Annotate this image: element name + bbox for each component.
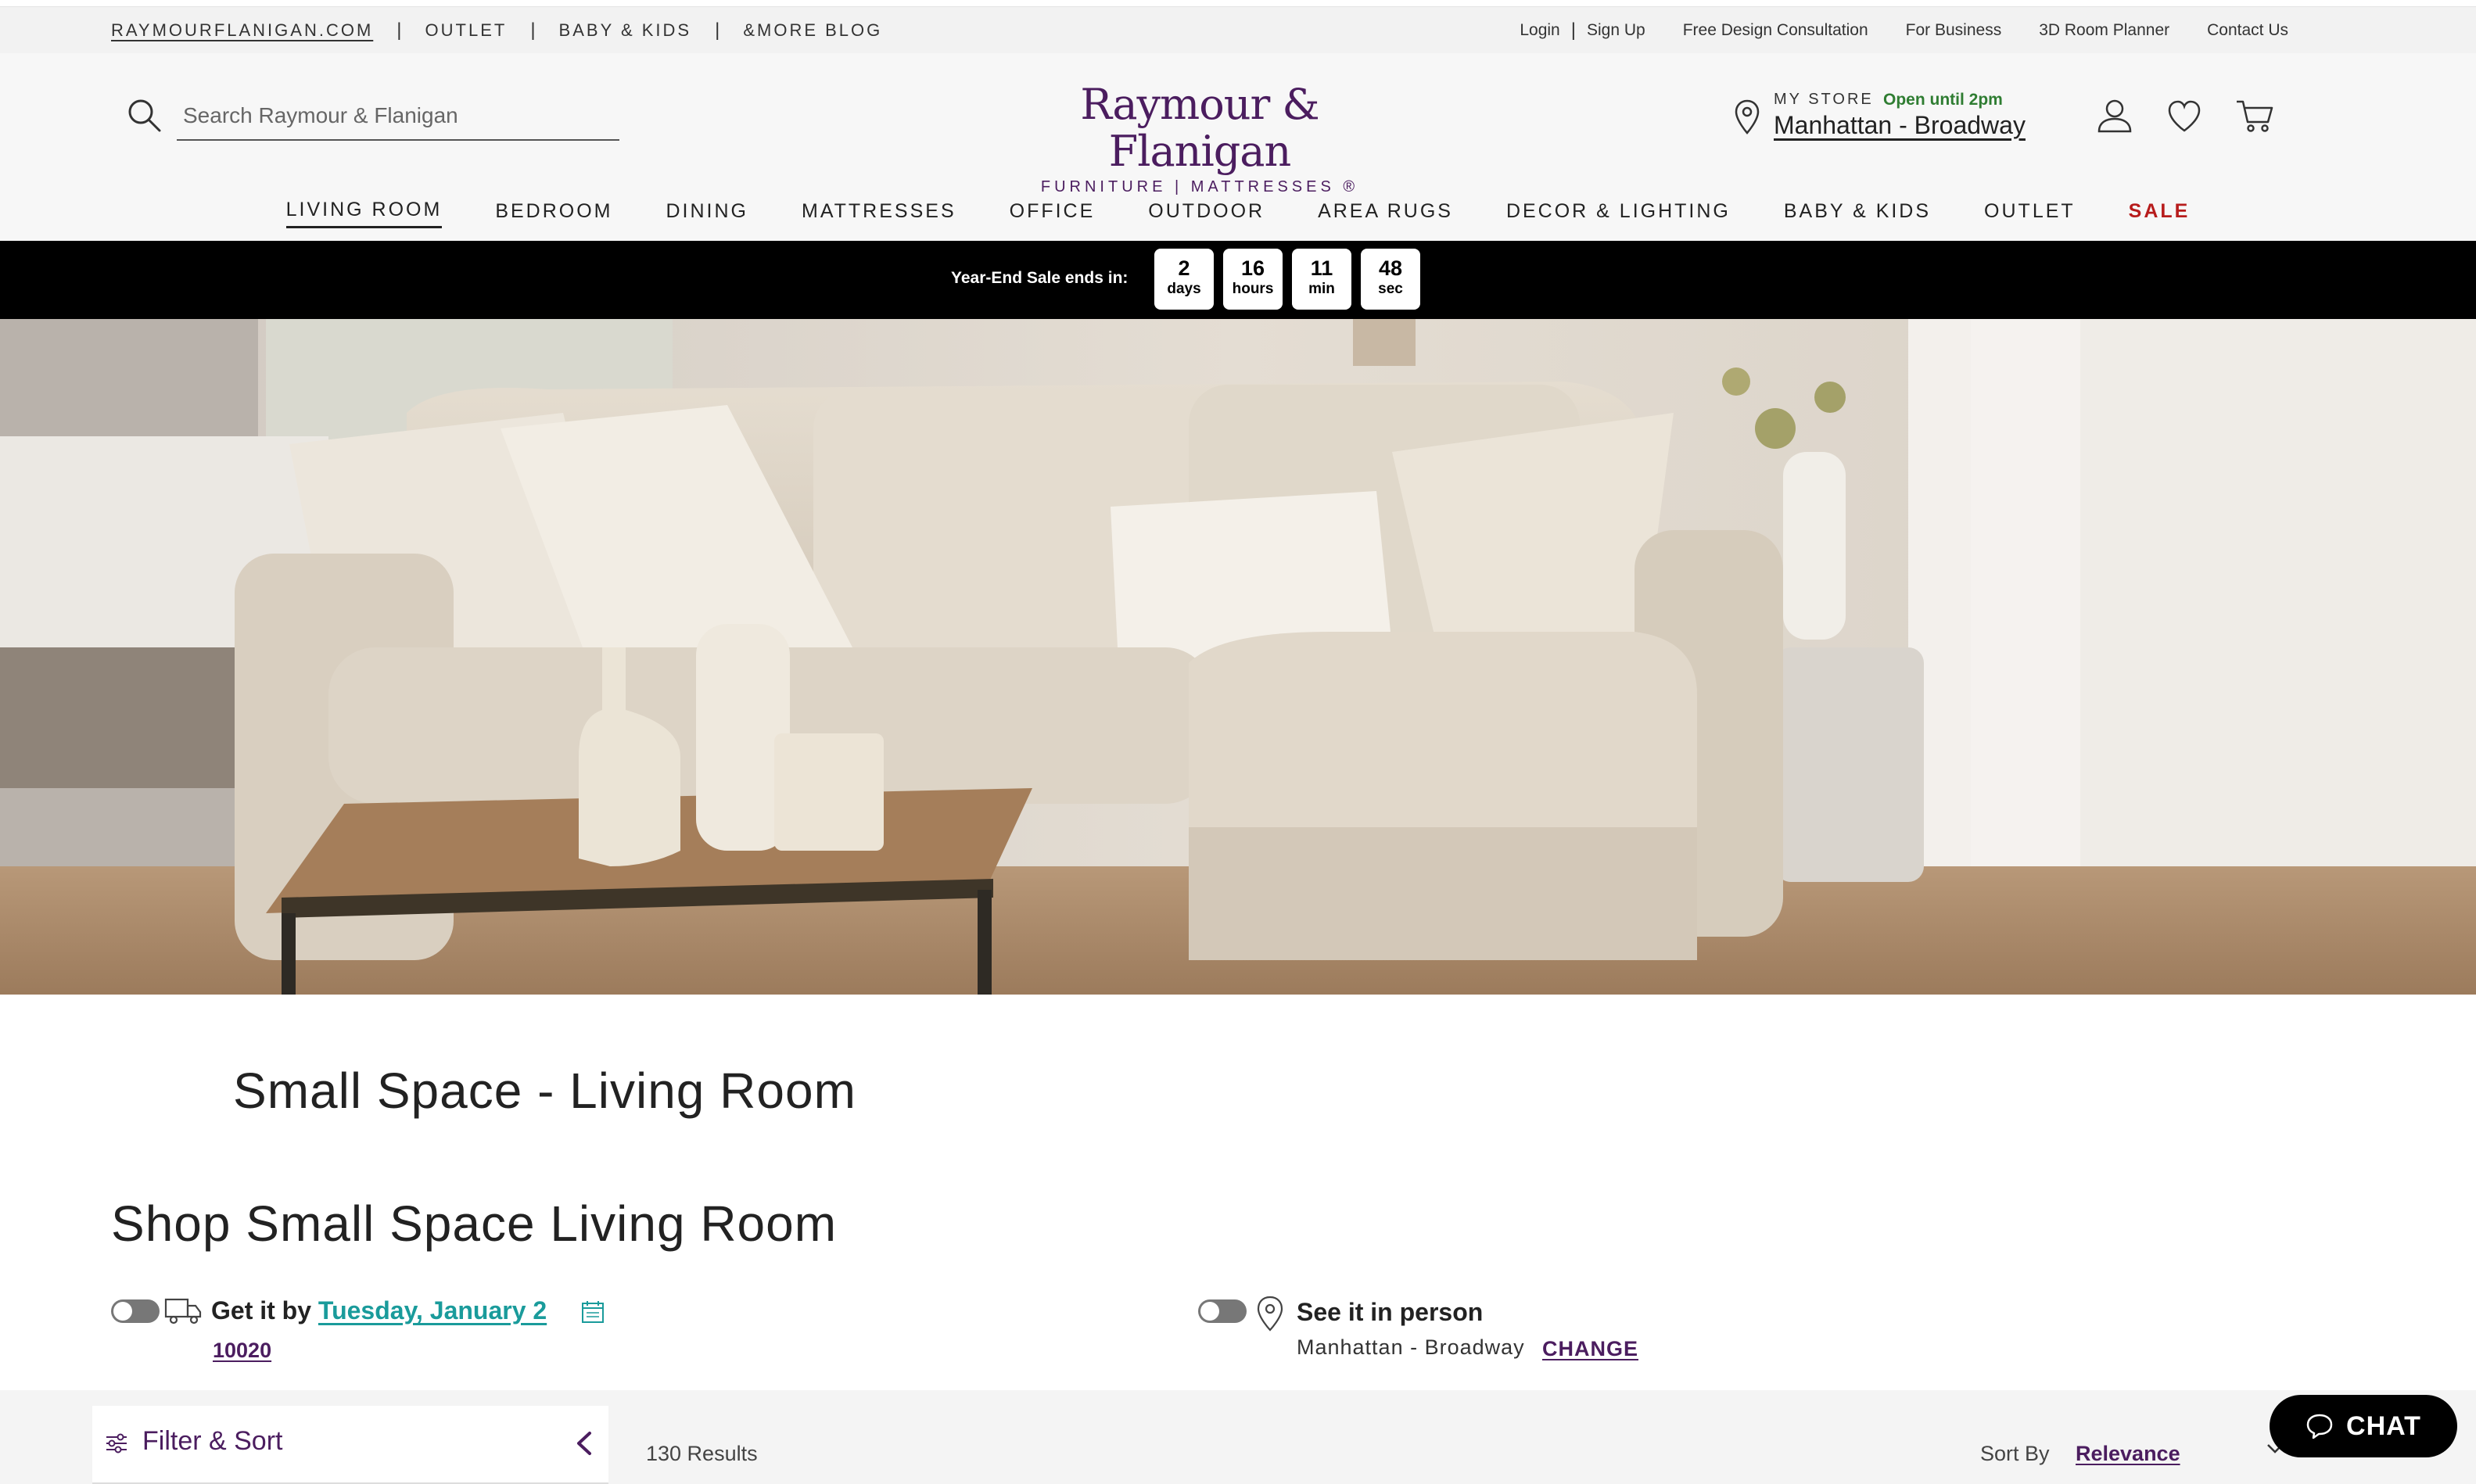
room-planner-link[interactable]: 3D Room Planner: [2039, 21, 2169, 40]
sale-countdown-banner: Year-End Sale ends in: 2 days 16 hours 1…: [0, 241, 2476, 319]
heart-icon[interactable]: [2166, 99, 2202, 134]
util-link-baby-kids[interactable]: BABY & KIDS: [559, 20, 692, 41]
chevron-left-icon[interactable]: [574, 1431, 594, 1456]
nav-sale[interactable]: SALE: [2129, 200, 2191, 228]
divider: |: [715, 20, 720, 41]
chat-label: CHAT: [2346, 1411, 2421, 1441]
nav-office[interactable]: OFFICE: [1010, 200, 1096, 228]
store-name-link[interactable]: Manhattan - Broadway: [1774, 111, 2026, 140]
main-nav: LIVING ROOM BEDROOM DINING MATTRESSES OF…: [0, 186, 2476, 241]
countdown-seconds-value: 48: [1378, 256, 1403, 280]
brand-logo[interactable]: Raymour & Flanigan FURNITURE | MATTRESSE…: [1031, 81, 1369, 196]
delivery-prefix: Get it by: [211, 1296, 312, 1324]
results-toolbar: Filter & Sort 130 Results Sort By Releva…: [0, 1390, 2476, 1484]
sort-by-select[interactable]: Relevance: [2076, 1442, 2180, 1466]
nav-outdoor[interactable]: OUTDOOR: [1148, 200, 1265, 228]
countdown-hours-value: 16: [1240, 256, 1265, 280]
nav-dining[interactable]: DINING: [666, 200, 749, 228]
nav-living-room[interactable]: LIVING ROOM: [285, 199, 443, 228]
countdown-days-value: 2: [1178, 256, 1190, 280]
util-link-outlet[interactable]: OUTLET: [425, 20, 508, 41]
pickup-heading: See it in person: [1297, 1298, 1484, 1326]
filter-sliders-icon: [106, 1433, 127, 1454]
util-link-blog[interactable]: &MORE BLOG: [743, 20, 882, 41]
logo-wordmark: Raymour & Flanigan: [1080, 80, 1319, 176]
hero-image: [0, 319, 2476, 995]
nav-decor-lighting[interactable]: DECOR & LIGHTING: [1506, 200, 1731, 228]
location-pin-icon: [1735, 99, 1760, 134]
countdown-hours: 16 hours: [1223, 249, 1283, 310]
countdown-days-unit: days: [1167, 281, 1201, 297]
nav-baby-kids[interactable]: BABY & KIDS: [1784, 200, 1931, 228]
design-consultation-link[interactable]: Free Design Consultation: [1683, 21, 1868, 40]
divider: |: [530, 20, 536, 41]
nav-mattresses[interactable]: MATTRESSES: [802, 200, 956, 228]
countdown-seconds: 48 sec: [1361, 249, 1420, 310]
signup-link[interactable]: Sign Up: [1587, 21, 1645, 40]
countdown-minutes-unit: min: [1308, 281, 1335, 297]
nav-area-rugs[interactable]: AREA RUGS: [1318, 200, 1453, 228]
pickup-toggle[interactable]: [1198, 1299, 1247, 1323]
chat-bubble-icon: [2306, 1414, 2333, 1439]
delivery-toggle[interactable]: [111, 1299, 160, 1323]
countdown-seconds-unit: sec: [1378, 281, 1403, 297]
delivery-text: Get it by Tuesday, January 2: [211, 1296, 547, 1325]
nav-bedroom[interactable]: BEDROOM: [495, 200, 612, 228]
page-title: Small Space - Living Room: [233, 1063, 856, 1119]
search-input[interactable]: [177, 92, 619, 141]
sort-by-label: Sort By: [1980, 1442, 2050, 1465]
my-store-label: MY STORE: [1774, 91, 1874, 108]
zip-code-link[interactable]: 10020: [213, 1339, 271, 1363]
countdown-days: 2 days: [1154, 249, 1214, 310]
countdown-minutes: 11 min: [1292, 249, 1351, 310]
location-pin-icon: [1257, 1296, 1283, 1332]
util-link-site[interactable]: RAYMOURFLANIGAN.COM: [111, 20, 373, 41]
site-header: Raymour & Flanigan FURNITURE | MATTRESSE…: [0, 53, 2476, 241]
chat-button[interactable]: CHAT: [2270, 1395, 2457, 1457]
filter-sort-label: Filter & Sort: [142, 1426, 283, 1456]
contact-us-link[interactable]: Contact Us: [2207, 21, 2288, 40]
cart-icon[interactable]: [2235, 97, 2274, 134]
pickup-store-name: Manhattan - Broadway: [1297, 1335, 1525, 1359]
login-link[interactable]: Login: [1520, 21, 1559, 40]
utility-left-links: RAYMOURFLANIGAN.COM | OUTLET | BABY & KI…: [111, 7, 882, 54]
countdown-minutes-value: 11: [1310, 256, 1333, 280]
for-business-link[interactable]: For Business: [1906, 21, 2002, 40]
utility-right-links: Login | Sign Up Free Design Consultation…: [1520, 7, 2288, 54]
search-icon[interactable]: [125, 96, 163, 134]
store-hours-status: Open until 2pm: [1883, 91, 2003, 109]
nav-outlet[interactable]: OUTLET: [1984, 200, 2076, 228]
divider: |: [1570, 20, 1576, 41]
delivery-date-link[interactable]: Tuesday, January 2: [318, 1296, 547, 1324]
results-count: 130 Results: [646, 1442, 758, 1465]
calendar-icon[interactable]: [580, 1299, 605, 1324]
divider: |: [397, 20, 402, 41]
countdown-hours-unit: hours: [1232, 281, 1274, 297]
truck-icon: [164, 1298, 202, 1324]
shop-heading: Shop Small Space Living Room: [111, 1195, 838, 1252]
change-store-link[interactable]: CHANGE: [1542, 1337, 1638, 1361]
countdown-label: Year-End Sale ends in:: [951, 269, 1129, 287]
filter-sort-panel[interactable]: Filter & Sort: [92, 1406, 608, 1484]
account-icon[interactable]: [2096, 97, 2133, 134]
utility-bar: RAYMOURFLANIGAN.COM | OUTLET | BABY & KI…: [0, 6, 2476, 53]
